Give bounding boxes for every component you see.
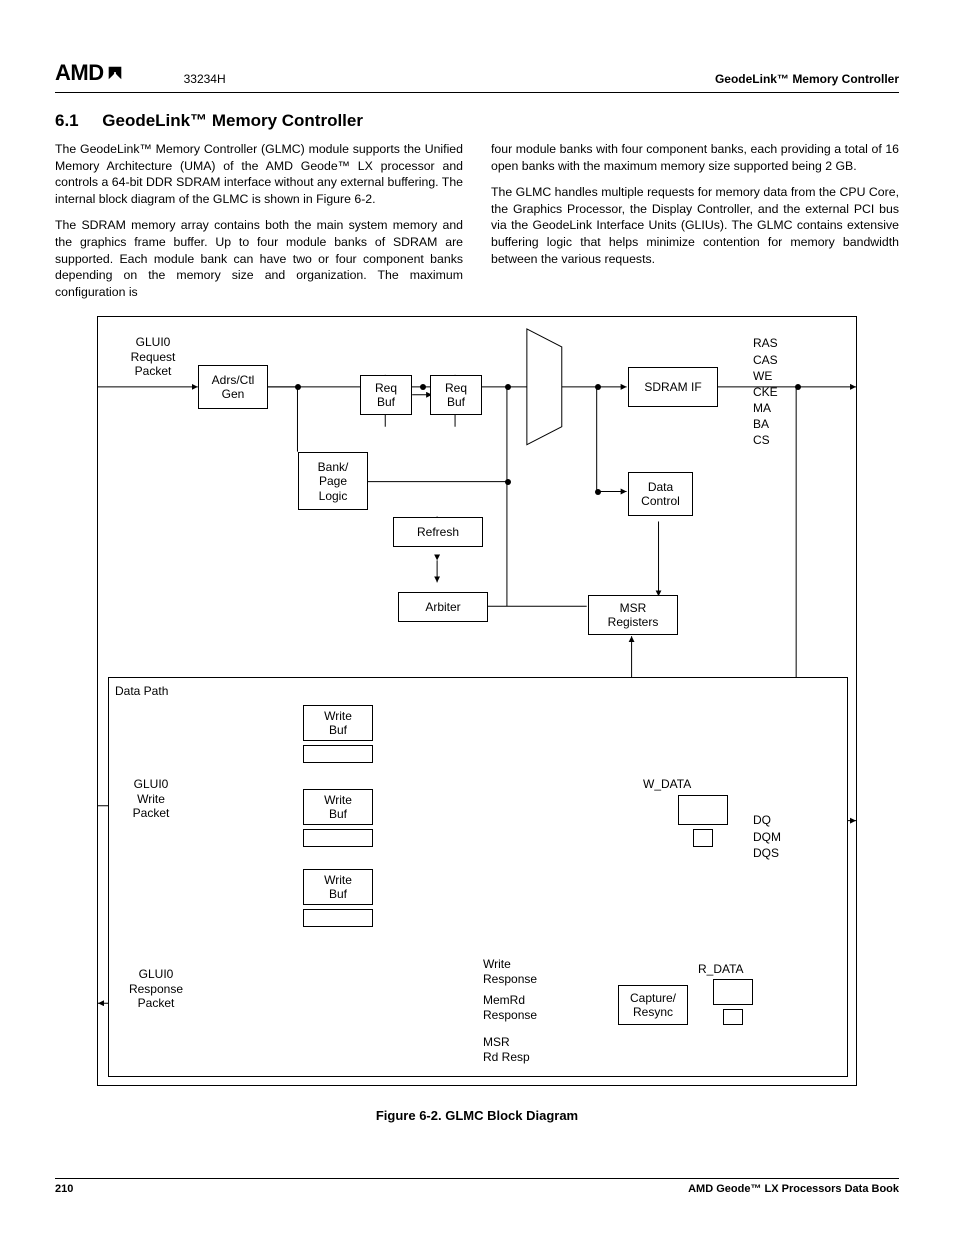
box-write-buf-3: WriteBuf: [303, 869, 373, 905]
label-glui0-write: GLUI0WritePacket: [116, 777, 186, 820]
label-w-data: W_DATA: [643, 777, 691, 791]
box-req-buf-1: ReqBuf: [360, 375, 412, 415]
label-glui0-response: GLUI0ResponsePacket: [116, 967, 196, 1010]
label-memrd-response: MemRdResponse: [483, 993, 563, 1022]
box-msr-registers: MSRRegisters: [588, 595, 678, 635]
label-r-data: R_DATA: [698, 962, 744, 976]
section-heading: 6.1 GeodeLink™ Memory Controller: [55, 111, 899, 131]
paragraph: four module banks with four component ba…: [491, 141, 899, 174]
box-req-buf-2: ReqBuf: [430, 375, 482, 415]
header-title: GeodeLink™ Memory Controller: [715, 72, 899, 86]
body-text: The GeodeLink™ Memory Controller (GLMC) …: [55, 141, 899, 300]
label-data-path: Data Path: [115, 684, 168, 698]
box-r-data: [713, 979, 753, 1005]
box-refresh: Refresh: [393, 517, 483, 547]
doc-number: 33234H: [184, 72, 226, 86]
section-number: 6.1: [55, 111, 79, 130]
box-bank-page: Bank/PageLogic: [298, 452, 368, 510]
box-arbiter: Arbiter: [398, 592, 488, 622]
box-capture-resync: Capture/Resync: [618, 985, 688, 1025]
box-sdram-if: SDRAM IF: [628, 367, 718, 407]
amd-arrow-icon: [106, 64, 124, 82]
box-fifo-2: [303, 829, 373, 847]
box-write-buf-1: WriteBuf: [303, 705, 373, 741]
book-title: AMD Geode™ LX Processors Data Book: [688, 1183, 899, 1195]
page-footer: 210 AMD Geode™ LX Processors Data Book: [55, 1178, 899, 1195]
box-r-data-small: [723, 1009, 743, 1025]
label-msr-rd-resp: MSRRd Resp: [483, 1035, 563, 1064]
paragraph: The SDRAM memory array contains both the…: [55, 217, 463, 300]
box-w-data: [678, 795, 728, 825]
label-write-response: WriteResponse: [483, 957, 563, 986]
label-signals-top: RASCASWECKEMABACS: [753, 335, 803, 448]
label-glui0-request: GLUI0RequestPacket: [118, 335, 188, 378]
box-adrs-ctl: Adrs/CtlGen: [198, 365, 268, 409]
logo-text: AMD: [55, 60, 104, 86]
box-fifo-3: [303, 909, 373, 927]
paragraph: The GeodeLink™ Memory Controller (GLMC) …: [55, 141, 463, 207]
section-title: GeodeLink™ Memory Controller: [102, 111, 363, 130]
box-fifo-1: [303, 745, 373, 763]
label-dq: DQDQMDQS: [753, 812, 803, 861]
amd-logo: AMD: [55, 60, 124, 86]
paragraph: The GLMC handles multiple requests for m…: [491, 184, 899, 267]
page-header: AMD 33234H GeodeLink™ Memory Controller: [55, 60, 899, 93]
box-write-buf-2: WriteBuf: [303, 789, 373, 825]
figure-caption: Figure 6-2. GLMC Block Diagram: [55, 1108, 899, 1123]
page-number: 210: [55, 1183, 73, 1195]
box-data-control: DataControl: [628, 472, 693, 516]
glmc-block-diagram: GLUI0RequestPacket RASCASWECKEMABACS Adr…: [97, 316, 857, 1086]
box-w-data-small: [693, 829, 713, 847]
